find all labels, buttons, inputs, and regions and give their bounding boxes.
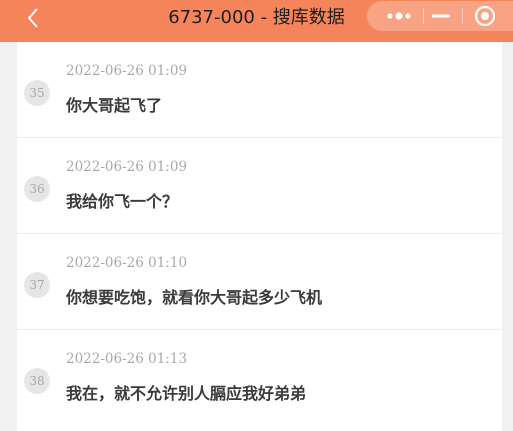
message-number: 35 bbox=[24, 80, 50, 106]
more-dots-icon bbox=[387, 12, 411, 20]
capsule-divider bbox=[462, 8, 463, 24]
message-text: 你想要吃饱，就看你大哥起多少飞机 bbox=[66, 288, 323, 307]
capsule-divider bbox=[423, 8, 424, 24]
minimize-button[interactable] bbox=[426, 1, 456, 31]
more-button[interactable] bbox=[377, 1, 421, 31]
list-item[interactable]: 36 2022-06-26 01:09 我给你飞一个？ bbox=[17, 138, 502, 234]
message-number: 37 bbox=[24, 272, 50, 298]
message-time: 2022-06-26 01:10 bbox=[66, 255, 188, 271]
title-bar: 6737-000 - 搜库数据 bbox=[0, 0, 513, 42]
window-capsule bbox=[367, 1, 513, 31]
list-item[interactable]: 35 2022-06-26 01:09 你大哥起飞了 bbox=[17, 42, 502, 138]
message-time: 2022-06-26 01:09 bbox=[66, 63, 188, 79]
message-number: 38 bbox=[24, 368, 50, 394]
message-text: 我在，就不允许别人膈应我好弟弟 bbox=[66, 384, 307, 403]
message-text: 你大哥起飞了 bbox=[66, 96, 163, 115]
message-time: 2022-06-26 01:13 bbox=[66, 351, 188, 367]
message-number: 36 bbox=[24, 176, 50, 202]
list-item[interactable]: 37 2022-06-26 01:10 你想要吃饱，就看你大哥起多少飞机 bbox=[17, 234, 502, 330]
close-button[interactable] bbox=[470, 1, 500, 31]
message-text: 我给你飞一个？ bbox=[66, 192, 179, 211]
list-item[interactable]: 38 2022-06-26 01:13 我在，就不允许别人膈应我好弟弟 bbox=[17, 330, 502, 426]
message-list[interactable]: 35 2022-06-26 01:09 你大哥起飞了 36 2022-06-26… bbox=[17, 42, 502, 431]
message-time: 2022-06-26 01:09 bbox=[66, 159, 188, 175]
target-close-icon bbox=[474, 5, 496, 27]
minimize-icon bbox=[432, 14, 450, 18]
